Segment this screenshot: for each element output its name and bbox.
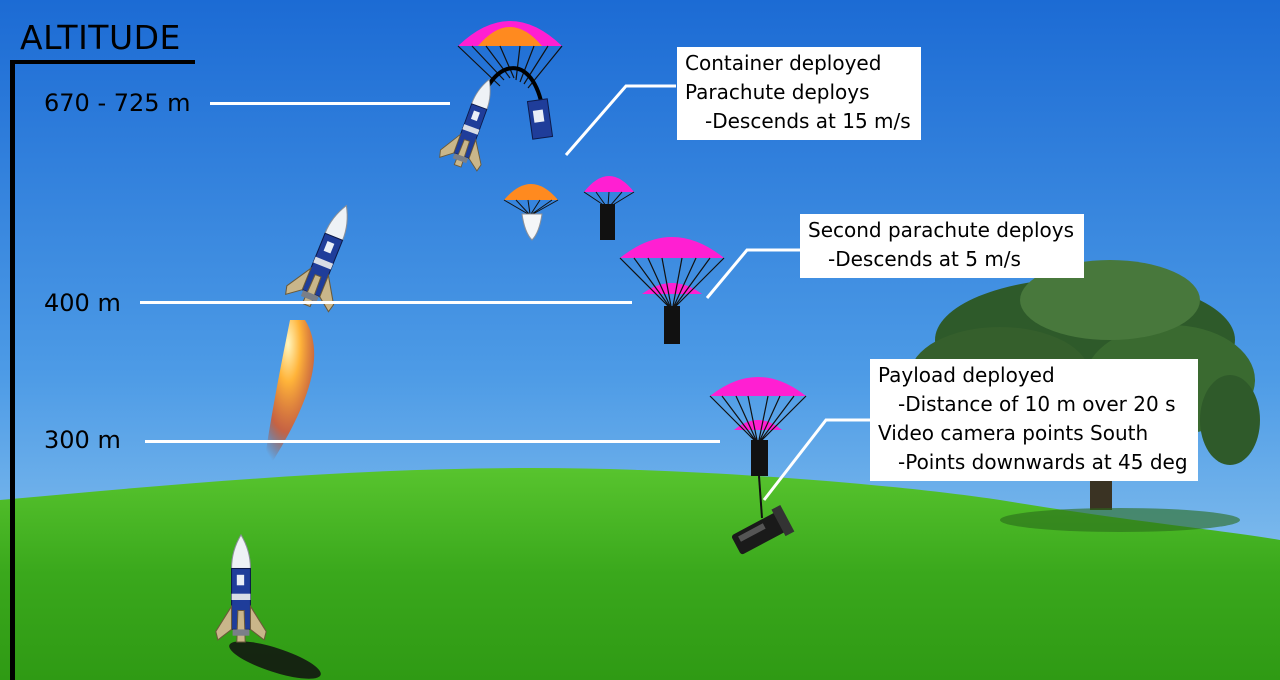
callout-line: -Descends at 5 m/s: [828, 247, 1021, 271]
callout-line: Payload deployed: [878, 363, 1055, 387]
altitude-line-400: [140, 301, 632, 304]
callout-line: -Points downwards at 45 deg: [898, 450, 1188, 474]
callout-line: Parachute deploys: [685, 80, 870, 104]
altitude-line-apogee: [210, 102, 450, 105]
callout-line: -Descends at 15 m/s: [705, 109, 911, 133]
container-icon: [664, 306, 680, 344]
callout-second-parachute: Second parachute deploys -Descends at 5 …: [800, 214, 1084, 278]
callout-line: Video camera points South: [878, 421, 1149, 445]
altitude-label-apogee: 670 - 725 m: [44, 89, 191, 117]
callout-line: Container deployed: [685, 51, 882, 75]
mission-diagram: [0, 0, 1280, 680]
altitude-label-300: 300 m: [44, 426, 121, 454]
altitude-line-300: [145, 440, 720, 443]
callout-container-deploy: Container deployed Parachute deploys -De…: [677, 47, 921, 140]
callout-line: Second parachute deploys: [808, 218, 1074, 242]
altitude-title: ALTITUDE: [18, 18, 183, 63]
container-icon: [600, 204, 615, 240]
callout-line: -Distance of 10 m over 20 s: [898, 392, 1176, 416]
altitude-label-400: 400 m: [44, 289, 121, 317]
callout-payload-deploy: Payload deployed -Distance of 10 m over …: [870, 359, 1198, 481]
altitude-axis: [10, 62, 15, 680]
